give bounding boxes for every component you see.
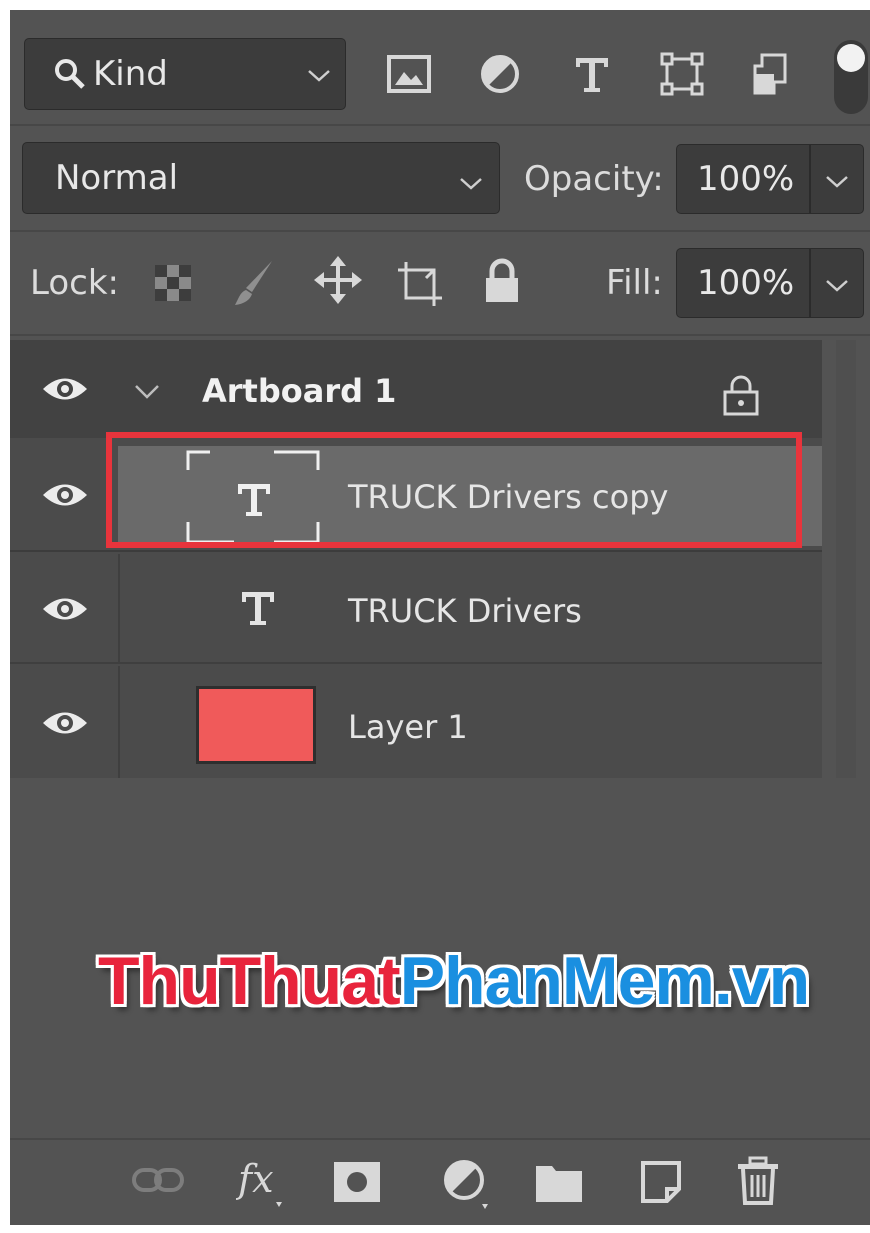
divider xyxy=(10,334,870,336)
opacity-dropdown-icon[interactable] xyxy=(825,175,849,189)
fill-label: Fill: xyxy=(606,263,663,303)
filter-kind-label: Kind xyxy=(93,54,168,94)
visibility-eye-icon[interactable] xyxy=(40,708,90,738)
layer-row[interactable]: Layer 1 xyxy=(10,666,822,778)
layer-name: Layer 1 xyxy=(348,708,468,746)
fill-dropdown-icon[interactable] xyxy=(825,279,849,293)
shape-filter-icon[interactable] xyxy=(660,52,704,96)
divider xyxy=(10,124,870,126)
divider xyxy=(10,230,870,232)
filter-toggle-switch[interactable] xyxy=(834,40,868,114)
lock-position-icon[interactable] xyxy=(314,256,362,304)
type-layer-icon xyxy=(238,588,278,628)
delete-layer-trash-icon[interactable] xyxy=(736,1156,780,1206)
lock-image-pixels-icon[interactable] xyxy=(232,258,276,308)
divider xyxy=(809,249,811,317)
chevron-down-icon xyxy=(459,177,483,191)
indent-divider xyxy=(118,666,120,778)
new-adjustment-layer-icon[interactable] xyxy=(442,1158,490,1210)
watermark-logo: ThuThuatPhanMem.vn xyxy=(98,942,810,1020)
layers-panel: Kind Normal Opacity: 100% Lock: Fill: 10… xyxy=(10,10,870,1225)
lock-transparent-pixels-icon[interactable] xyxy=(154,264,192,302)
lock-artboard-icon[interactable] xyxy=(396,260,444,308)
visibility-eye-icon[interactable] xyxy=(40,480,90,510)
layers-list: Artboard 1 TRUCK Drivers copy TRUCK Driv… xyxy=(10,340,822,778)
fill-field[interactable]: 100% xyxy=(676,248,864,318)
layers-bottom-toolbar: fx xyxy=(10,1138,870,1225)
svg-text:fx: fx xyxy=(236,1157,274,1201)
new-group-folder-icon[interactable] xyxy=(536,1162,582,1202)
filter-toggle-knob xyxy=(837,44,865,72)
search-icon xyxy=(53,57,87,91)
visibility-eye-icon[interactable] xyxy=(40,374,90,404)
divider xyxy=(809,145,811,213)
link-layers-icon[interactable] xyxy=(132,1166,184,1194)
opacity-field[interactable]: 100% xyxy=(676,144,864,214)
blend-mode-dropdown[interactable]: Normal xyxy=(22,142,500,214)
layer-name: TRUCK Drivers xyxy=(348,592,582,630)
image-filter-icon[interactable] xyxy=(386,54,432,94)
watermark-part3: .vn xyxy=(713,943,810,1019)
adjustment-filter-icon[interactable] xyxy=(480,54,520,94)
indent-divider xyxy=(118,554,120,664)
blend-mode-value: Normal xyxy=(55,158,179,198)
type-filter-icon[interactable] xyxy=(572,54,612,94)
watermark-part2: PhanMem xyxy=(399,943,715,1019)
smart-object-filter-icon[interactable] xyxy=(752,52,788,96)
layer-row[interactable]: TRUCK Drivers xyxy=(10,554,822,664)
highlight-box xyxy=(106,432,802,548)
opacity-value: 100% xyxy=(697,159,795,199)
artboard-name: Artboard 1 xyxy=(202,372,397,410)
lock-label: Lock: xyxy=(30,263,119,303)
watermark-part1: ThuThuat xyxy=(98,943,401,1019)
visibility-eye-icon[interactable] xyxy=(40,594,90,624)
filter-kind-dropdown[interactable]: Kind xyxy=(24,38,346,110)
lock-all-icon[interactable] xyxy=(482,258,522,304)
add-mask-icon[interactable] xyxy=(334,1162,380,1202)
fill-value: 100% xyxy=(697,263,795,303)
pixel-layer-thumbnail xyxy=(196,686,316,764)
artboard-row[interactable]: Artboard 1 xyxy=(10,340,822,438)
new-layer-icon[interactable] xyxy=(640,1160,682,1204)
chevron-down-icon[interactable] xyxy=(134,384,160,400)
scrollbar[interactable] xyxy=(836,340,856,778)
fx-icon[interactable]: fx xyxy=(236,1154,292,1210)
chevron-down-icon xyxy=(307,69,331,83)
opacity-label: Opacity: xyxy=(524,159,664,199)
lock-icon xyxy=(722,374,760,416)
